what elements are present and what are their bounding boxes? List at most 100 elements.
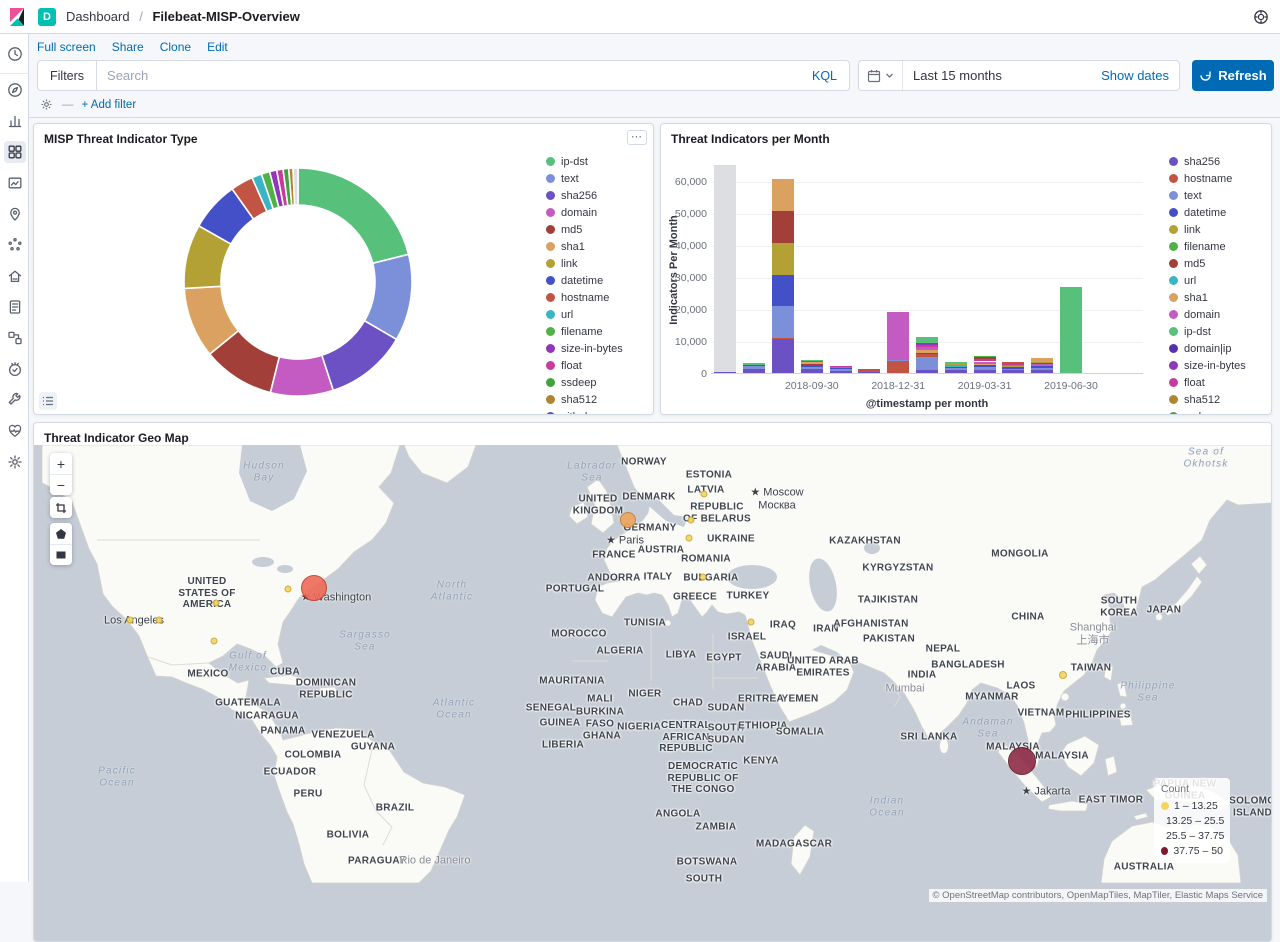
legend-item[interactable]: ip-dst: [546, 153, 644, 170]
bar-segment-datetime[interactable]: [1002, 367, 1024, 368]
sidebar-item-maps[interactable]: [0, 198, 29, 229]
zoom-out-button[interactable]: −: [50, 474, 72, 495]
sidebar-item-infrastructure[interactable]: [0, 260, 29, 291]
bar-segment-float[interactable]: [1002, 363, 1024, 364]
bar-segment-datetime[interactable]: [974, 365, 996, 367]
kibana-logo-icon[interactable]: [7, 7, 27, 27]
bar-segment-link[interactable]: [945, 364, 967, 365]
draw-bounds-button[interactable]: [50, 497, 72, 518]
bar-segment-sha1[interactable]: [801, 362, 823, 364]
help-icon[interactable]: [1252, 8, 1270, 26]
bar-segment-sha256[interactable]: [743, 369, 765, 373]
panel-options-button[interactable]: ⋯: [627, 130, 647, 145]
bar-segment-sha256[interactable]: [974, 370, 996, 373]
legend-item[interactable]: domain|ip: [1169, 340, 1246, 357]
bar-segment-sha256[interactable]: [945, 370, 967, 373]
bar-segment-size-in-bytes[interactable]: [916, 343, 938, 345]
bar-segment-sha1[interactable]: [772, 179, 794, 211]
legend-item[interactable]: link: [1169, 221, 1246, 238]
legend-item[interactable]: sha256: [546, 187, 644, 204]
bar-segment-md5[interactable]: [772, 211, 794, 243]
legend-item[interactable]: md5: [1169, 255, 1246, 272]
bar-segment-float[interactable]: [858, 369, 880, 370]
legend-item[interactable]: filename: [546, 323, 644, 340]
bar-segment-hostname[interactable]: [887, 361, 909, 373]
bar-segment-text[interactable]: [830, 369, 852, 371]
bar-segment-text[interactable]: [945, 368, 967, 370]
sidebar-item-dashboard[interactable]: [0, 136, 29, 167]
sidebar-item-uptime[interactable]: [0, 353, 29, 384]
bar-segment-domain[interactable]: [830, 367, 852, 368]
legend-item[interactable]: sha1: [546, 238, 644, 255]
donut-slice-ip-dst[interactable]: [298, 168, 409, 263]
legend-item[interactable]: url: [546, 306, 644, 323]
legend-item[interactable]: datetime: [1169, 204, 1246, 221]
bar-segment-md5[interactable]: [974, 357, 996, 358]
bar-segment-datetime[interactable]: [743, 365, 765, 366]
breadcrumb-app[interactable]: Dashboard: [66, 9, 130, 24]
legend-item[interactable]: url: [1169, 272, 1246, 289]
legend-item[interactable]: text: [1169, 187, 1246, 204]
bar-segment-domain[interactable]: [974, 362, 996, 364]
draw-polygon-button[interactable]: [50, 523, 72, 544]
bar-segment-datetime[interactable]: [830, 368, 852, 369]
bar-segment-text[interactable]: [974, 367, 996, 370]
bar-segment-filename[interactable]: [1002, 365, 1024, 367]
geo-map[interactable]: UNITED STATES OF AMERICAMEXICOCUBADOMINI…: [34, 445, 1271, 942]
draw-rectangle-button[interactable]: [50, 544, 72, 565]
time-range-value[interactable]: Last 15 months: [903, 68, 1091, 83]
bar-segment-sha256[interactable]: [830, 371, 852, 373]
bar-segment-sha1[interactable]: [1031, 358, 1053, 362]
bar-segment-text[interactable]: [801, 367, 823, 370]
bar-segment-hostname[interactable]: [1002, 362, 1024, 363]
sidebar-item-discover[interactable]: [0, 74, 29, 105]
bar-segment-md5[interactable]: [801, 364, 823, 365]
sidebar-item-recently-viewed[interactable]: [0, 34, 29, 74]
show-dates-button[interactable]: Show dates: [1091, 68, 1179, 83]
bar-segment-float[interactable]: [801, 361, 823, 362]
legend-item[interactable]: md5: [546, 221, 644, 238]
menu-link-full-screen[interactable]: Full screen: [37, 40, 96, 54]
legend-item[interactable]: ssdeep: [546, 374, 644, 391]
sidebar-item-apm[interactable]: [0, 322, 29, 353]
bar-segment-url[interactable]: [945, 365, 967, 367]
legend-item[interactable]: size-in-bytes: [546, 340, 644, 357]
search-input[interactable]: Search: [97, 68, 800, 83]
bar-segment-ip-dst[interactable]: [801, 360, 823, 361]
legend-item[interactable]: float: [1169, 374, 1246, 391]
bar-segment-text[interactable]: [772, 306, 794, 338]
legend-item[interactable]: ip-dst: [1169, 323, 1246, 340]
bar-segment-sha256[interactable]: [916, 370, 938, 373]
legend-item[interactable]: link: [546, 255, 644, 272]
refresh-button[interactable]: Refresh: [1192, 60, 1274, 91]
bar-segment-sha256[interactable]: [801, 369, 823, 373]
legend-item[interactable]: sha512: [546, 391, 644, 408]
legend-item[interactable]: hostname: [1169, 170, 1246, 187]
sidebar-item-logs[interactable]: [0, 291, 29, 322]
legend-item[interactable]: github-username: [546, 408, 644, 415]
filter-gear-icon[interactable]: [39, 97, 54, 112]
bar-segment-sha256[interactable]: [1031, 370, 1053, 373]
sidebar-item-machine-learning[interactable]: [0, 229, 29, 260]
bar-segment-text[interactable]: [1002, 369, 1024, 371]
bar-segment-text[interactable]: [916, 357, 938, 370]
calendar-button[interactable]: [859, 61, 903, 90]
sidebar-item-visualize[interactable]: [0, 105, 29, 136]
legend-item[interactable]: domain: [1169, 306, 1246, 323]
menu-link-share[interactable]: Share: [112, 40, 144, 54]
donut-slice-domain[interactable]: [270, 355, 333, 396]
bar-segment-filename[interactable]: [974, 356, 996, 357]
legend-item[interactable]: hostname: [546, 289, 644, 306]
legend-item[interactable]: sha256: [1169, 153, 1246, 170]
bar-segment-text[interactable]: [1031, 368, 1053, 371]
donut-slice-other[interactable]: [293, 168, 298, 205]
bar-segment-datetime[interactable]: [945, 367, 967, 368]
legend-item[interactable]: filename: [1169, 238, 1246, 255]
bar-segment-sha256[interactable]: [714, 372, 736, 373]
bar-segment-ip-dst[interactable]: [743, 363, 765, 365]
bar-segment-ip-dst[interactable]: [916, 337, 938, 343]
bar-segment-sha256[interactable]: [858, 372, 880, 373]
bar-segment-ip-dst[interactable]: [1060, 287, 1082, 373]
bar-segment-sha1[interactable]: [916, 350, 938, 353]
sidebar-item-canvas[interactable]: [0, 167, 29, 198]
